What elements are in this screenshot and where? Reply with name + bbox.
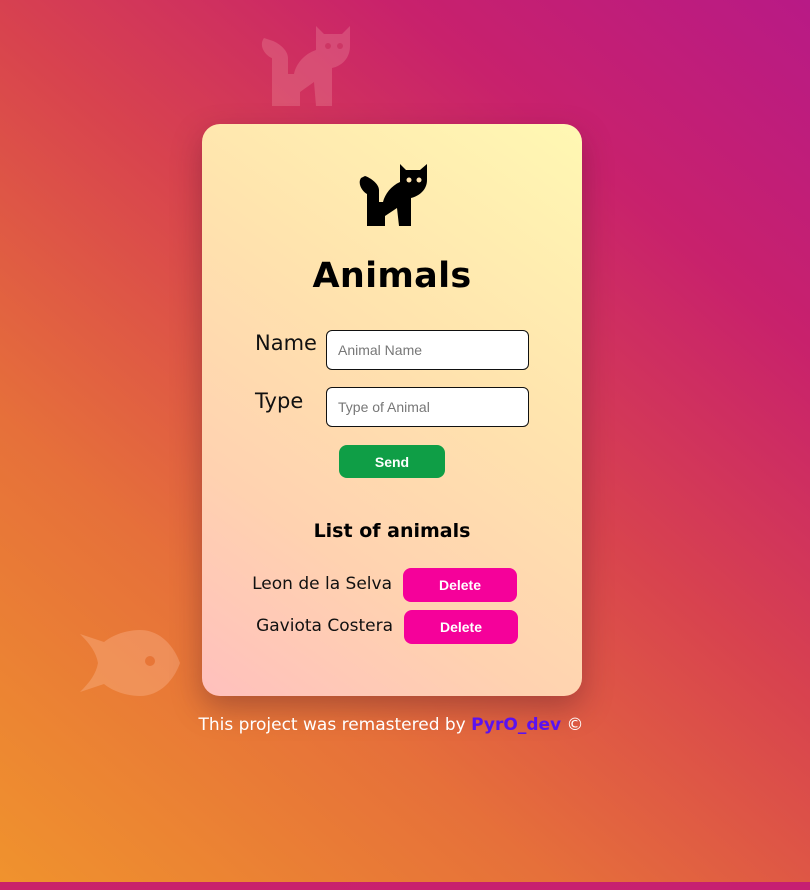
list-item: Gaviota Costera Delete — [202, 610, 582, 644]
author-link[interactable]: PyrO_dev — [471, 715, 561, 735]
list-title: List of animals — [313, 520, 471, 542]
delete-button[interactable]: Delete — [404, 610, 518, 644]
background-cat-icon — [261, 26, 350, 106]
name-label: Name — [255, 331, 317, 355]
page-bottom-strip — [0, 882, 810, 890]
page-title: Animals — [312, 256, 472, 296]
background-fish-icon — [80, 630, 180, 696]
copyright-symbol: © — [566, 715, 584, 735]
list-item: Leon de la Selva Delete — [202, 568, 582, 602]
footer-text: This project was remastered by — [198, 715, 466, 735]
delete-button[interactable]: Delete — [403, 568, 517, 602]
type-label: Type — [255, 389, 304, 413]
animal-name-input[interactable] — [326, 330, 529, 370]
animal-name: Gaviota Costera — [256, 616, 393, 636]
footer-credit: This project was remastered by PyrO_dev … — [0, 715, 782, 735]
send-button[interactable]: Send — [339, 445, 445, 478]
animals-card: Animals Name Type Send List of animals L… — [202, 124, 582, 696]
animal-name: Leon de la Selva — [252, 574, 392, 594]
cat-icon — [359, 164, 427, 226]
animal-type-input[interactable] — [326, 387, 529, 427]
